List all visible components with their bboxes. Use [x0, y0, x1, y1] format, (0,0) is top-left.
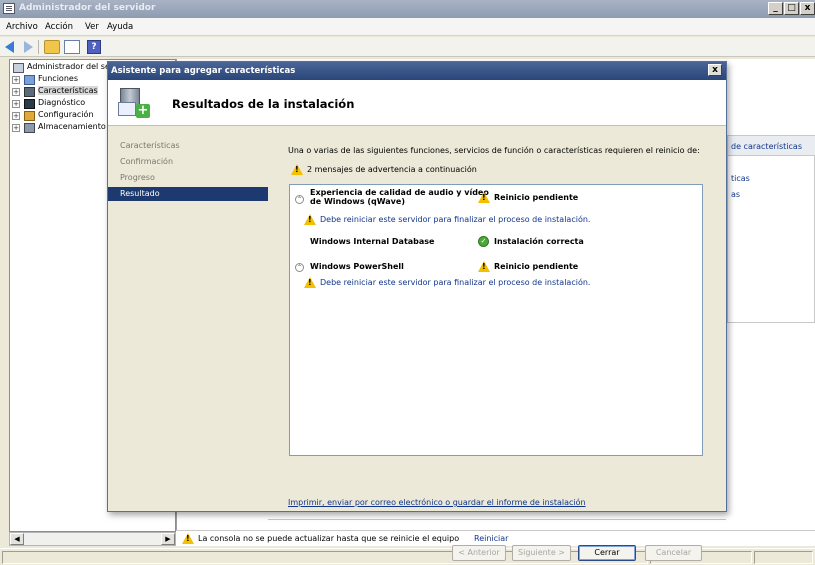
- close-button[interactable]: Cerrar: [578, 545, 636, 561]
- dialog-header: + Resultados de la instalación: [108, 80, 726, 126]
- success-check-icon: ✓: [478, 236, 489, 247]
- step-resultado[interactable]: Resultado: [108, 187, 268, 201]
- warning-icon: [304, 277, 316, 288]
- roles-icon: [24, 75, 35, 85]
- expand-icon[interactable]: +: [12, 112, 20, 120]
- action-link-add-features[interactable]: ticas: [731, 174, 750, 183]
- warning-icon: [291, 164, 303, 175]
- restart-link[interactable]: Reiniciar: [474, 534, 508, 543]
- collapse-icon[interactable]: ⌃: [295, 263, 304, 272]
- menu-archivo[interactable]: Archivo: [6, 22, 38, 32]
- step-confirmacion[interactable]: Confirmación: [108, 155, 268, 169]
- page-title: Resultados de la instalación: [172, 97, 355, 111]
- actions-panel: de características ticas as: [727, 135, 815, 323]
- window-title: Administrador del servidor: [19, 3, 156, 13]
- restart-intro-text: Una o varias de las siguientes funciones…: [288, 146, 700, 155]
- minimize-button[interactable]: _: [768, 2, 783, 15]
- dialog-title-bar: Asistente para agregar características x: [108, 62, 726, 80]
- expand-icon[interactable]: +: [12, 124, 20, 132]
- server-manager-icon: [3, 3, 15, 14]
- server-icon: [13, 63, 24, 73]
- back-button[interactable]: < Anterior: [452, 545, 506, 561]
- toolbar: ?: [0, 37, 815, 57]
- toolbar-separator: [38, 40, 39, 54]
- scroll-left-icon[interactable]: ◀: [10, 533, 24, 545]
- main-title-bar: Administrador del servidor _ □ x: [0, 0, 815, 18]
- add-features-icon: +: [118, 86, 152, 120]
- dialog-title: Asistente para agregar características: [111, 66, 296, 76]
- show-hide-tree-icon[interactable]: [64, 40, 80, 54]
- step-progreso[interactable]: Progreso: [108, 171, 268, 185]
- divider: [268, 519, 726, 520]
- wizard-content: Una o varias de las siguientes funciones…: [268, 127, 726, 561]
- expand-icon[interactable]: +: [12, 88, 20, 96]
- close-window-button[interactable]: x: [800, 2, 815, 15]
- diagnostics-icon: [24, 99, 35, 109]
- features-icon: [24, 87, 35, 97]
- action-link-remove-features[interactable]: as: [731, 190, 740, 199]
- feature-name: Windows PowerShell: [310, 262, 404, 271]
- forward-arrow-icon[interactable]: [24, 41, 33, 53]
- scroll-right-icon[interactable]: ▶: [161, 533, 175, 545]
- expand-icon[interactable]: +: [12, 100, 20, 108]
- configuration-icon: [24, 111, 35, 121]
- expand-icon[interactable]: +: [12, 76, 20, 84]
- warning-icon: [304, 214, 316, 225]
- feature-name: Experiencia de calidad de audio y vídeo: [310, 188, 489, 197]
- warning-icon: [478, 192, 490, 203]
- feature-name-line2: de Windows (qWave): [310, 197, 405, 206]
- print-report-link[interactable]: Imprimir, enviar por correo electrónico …: [288, 498, 586, 507]
- menu-accion[interactable]: Acción: [45, 22, 73, 32]
- help-icon[interactable]: ?: [87, 40, 101, 54]
- storage-icon: [24, 123, 35, 133]
- cancel-button[interactable]: Cancelar: [645, 545, 702, 561]
- status-segment: [754, 551, 813, 564]
- dialog-close-button[interactable]: x: [708, 64, 722, 76]
- results-list: ⌃ Experiencia de calidad de audio y víde…: [289, 184, 703, 456]
- status-message: La consola no se puede actualizar hasta …: [198, 534, 460, 543]
- back-arrow-icon[interactable]: [5, 41, 14, 53]
- feature-name: Windows Internal Database: [310, 237, 435, 246]
- maximize-button[interactable]: □: [784, 2, 799, 15]
- up-folder-icon[interactable]: [44, 40, 60, 54]
- next-button[interactable]: Siguiente >: [512, 545, 571, 561]
- menu-ver[interactable]: Ver: [85, 22, 99, 32]
- warning-icon: [478, 261, 490, 272]
- wizard-steps: Características Confirmación Progreso Re…: [108, 127, 268, 511]
- menu-ayuda[interactable]: Ayuda: [107, 22, 133, 32]
- add-features-wizard: Asistente para agregar características x…: [107, 61, 727, 561]
- warning-icon: [182, 533, 194, 544]
- tree-horizontal-scrollbar[interactable]: ◀ ▶: [9, 532, 176, 546]
- step-caracteristicas[interactable]: Características: [108, 139, 268, 153]
- collapse-icon[interactable]: ⌃: [295, 195, 304, 204]
- console-status-bar: La consola no se puede actualizar hasta …: [176, 530, 815, 546]
- actions-header: de características: [728, 136, 815, 156]
- menu-bar: Archivo Acción Ver Ayuda: [0, 18, 815, 36]
